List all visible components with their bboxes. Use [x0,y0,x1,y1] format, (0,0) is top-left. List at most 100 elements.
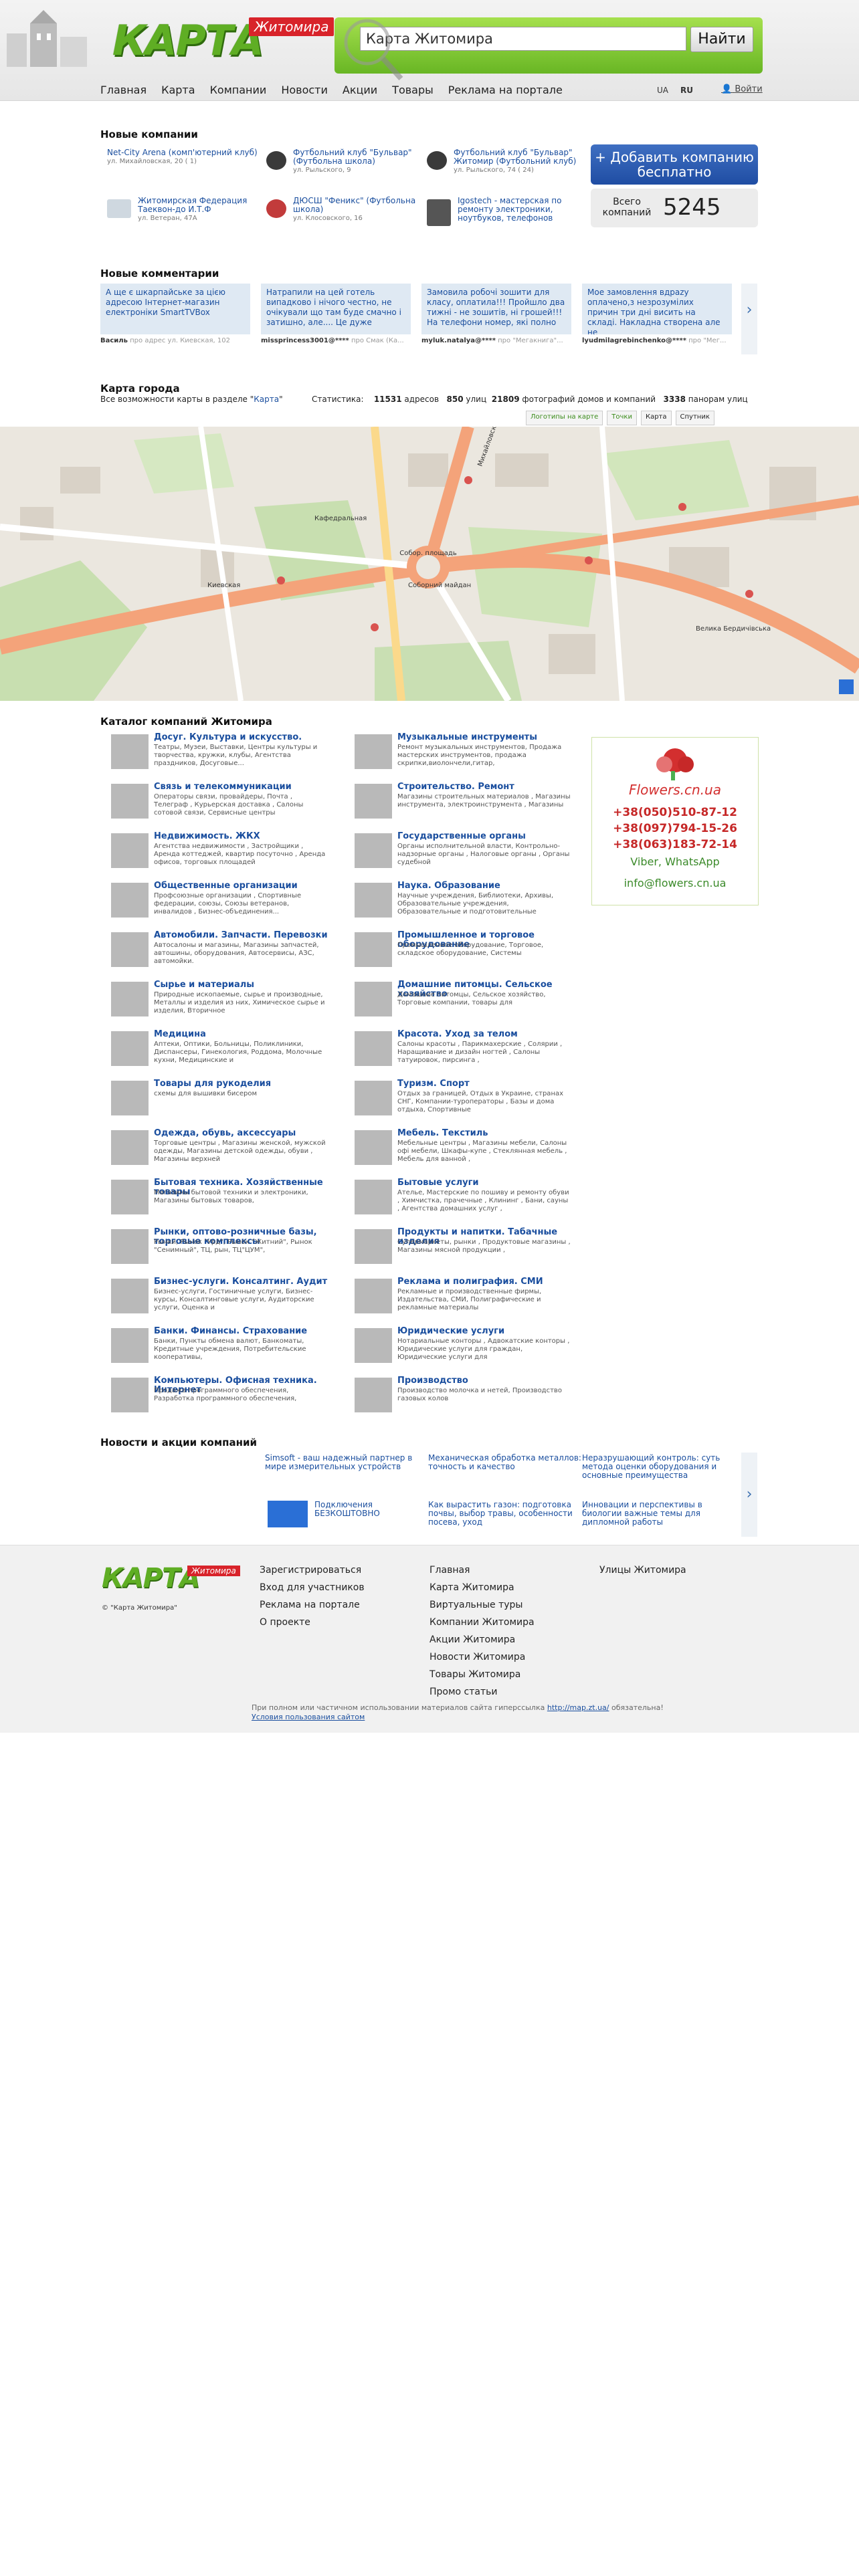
lang-ru[interactable]: RU [680,86,693,95]
footer-link[interactable]: Товары Житомира [430,1666,535,1683]
category-image[interactable] [111,833,149,868]
catalog-category[interactable]: Юридические услуги Нотариальные конторы ,… [344,1327,569,1376]
category-name[interactable]: Наука. Образование [397,881,571,891]
catalog-category[interactable]: Реклама и полиграфия. СМИ Рекламные и про… [344,1277,565,1327]
catalog-category[interactable]: Наука. Образование Научные учреждения, Би… [344,881,565,931]
catalog-category[interactable]: Государственные органы Органы исполнитель… [344,832,569,881]
category-image[interactable] [355,1378,392,1412]
comment-target[interactable]: про адрес ул. Киевская, 102 [130,337,230,344]
category-name[interactable]: Автомобили. Запчасти. Перевозки [154,931,328,940]
footer-link[interactable]: Улицы Житомира [599,1562,686,1579]
category-image[interactable] [355,883,392,918]
catalog-category[interactable]: Сырье и материалы Природные ископаемые, с… [100,980,324,1030]
comment-target[interactable]: про "Мегакнига"... [498,337,563,344]
comment-card[interactable]: Натрапили на цей готель випадково і нічо… [261,284,411,334]
company-item[interactable]: ДЮСШ "Феникс" (Футбольна школа) ул. Клос… [266,197,420,223]
category-image[interactable] [111,1279,149,1313]
search-button[interactable]: Найти [690,27,753,52]
company-name[interactable]: ДЮСШ "Феникс" (Футбольна школа) [293,197,420,214]
company-name[interactable]: Футбольний клуб "Бульвар" Житомир (Футбо… [454,148,581,166]
catalog-category[interactable]: Бизнес-услуги. Консалтинг. Аудит Бизнес-у… [100,1277,327,1327]
footer-link[interactable]: Реклама на портале [260,1596,365,1614]
comment-card[interactable]: Мое замовлення вдрazу оплачено,з незрозу… [582,284,732,334]
carousel-next-icon[interactable]: › [741,1453,757,1537]
category-name[interactable]: Государственные органы [397,832,571,841]
company-item[interactable]: Igostech - мастерская по ремонту электро… [427,197,581,226]
catalog-category[interactable]: Промышленное и торговое оборудование Пром… [344,931,565,980]
category-image[interactable] [355,1180,392,1214]
category-name[interactable]: Мебель. Текстиль [397,1129,571,1138]
ad-phone[interactable]: +38(050)510-87-12 [592,804,758,821]
comment-author-name[interactable]: missprincess3001@**** [261,337,349,344]
category-image[interactable] [111,1130,149,1165]
catalog-category[interactable]: Досуг. Культура и искусство. Театры, Музе… [100,733,321,782]
company-item[interactable]: Житомирская Федерация Таеквон-до И.Т.Ф у… [107,197,261,223]
category-name[interactable]: Банки. Финансы. Страхование [154,1327,328,1336]
add-company-button[interactable]: + Добавить компанию бесплатно [591,144,758,185]
company-item[interactable]: Футбольний клуб "Бульвар" (Футбольна шко… [266,148,420,175]
lang-ua[interactable]: UA [657,86,668,95]
nav-news[interactable]: Новости [281,80,328,100]
footer-link[interactable]: Компании Житомира [430,1614,535,1631]
catalog-category[interactable]: Мебель. Текстиль Мебельные центры , Магаз… [344,1129,567,1178]
category-name[interactable]: Юридические услуги [397,1327,571,1336]
nav-goods[interactable]: Товары [392,80,434,100]
category-image[interactable] [111,883,149,918]
news-item[interactable]: Simsoft - ваш надежный партнер в мире из… [265,1454,419,1471]
news-item[interactable]: Неразрушающий контроль: суть метода оцен… [582,1454,736,1480]
nav-promotions[interactable]: Акции [343,80,377,100]
category-name[interactable]: Одежда, обувь, аксессуары [154,1129,328,1138]
comment-card[interactable]: Замовила робочі зошити для класу, оплати… [421,284,571,334]
tab-satellite[interactable]: Спутник [675,411,714,425]
catalog-category[interactable]: Одежда, обувь, аксессуары Торговые центры… [100,1129,326,1178]
category-name[interactable]: Реклама и полиграфия. СМИ [397,1277,571,1287]
category-image[interactable] [111,734,149,769]
category-image[interactable] [111,982,149,1016]
map-section-link[interactable]: Карта [254,395,279,404]
category-image[interactable] [355,1229,392,1264]
nav-home[interactable]: Главная [100,80,147,100]
category-name[interactable]: Общественные организации [154,881,328,891]
catalog-category[interactable]: Туризм. Спорт Отдых за границей, Отдых в … [344,1079,565,1129]
footer-link[interactable]: Зарегистрироваться [260,1562,365,1579]
category-image[interactable] [111,784,149,819]
catalog-category[interactable]: Товары для рукоделия схемы для вышивки би… [100,1079,321,1129]
company-name[interactable]: Igostech - мастерская по ремонту электро… [458,197,581,223]
category-image[interactable] [355,1031,392,1066]
category-name[interactable]: Сырье и материалы [154,980,328,990]
category-name[interactable]: Строительство. Ремонт [397,782,571,792]
comment-target[interactable]: про "Мег... [688,337,726,344]
catalog-category[interactable]: Компьютеры. Офисная техника. Интернет Про… [100,1376,321,1426]
company-item[interactable]: Футбольний клуб "Бульвар" Житомир (Футбо… [427,148,581,175]
category-name[interactable]: Недвижимость. ЖКХ [154,832,328,841]
category-name[interactable]: Медицина [154,1030,328,1039]
footer-link[interactable]: Вход для участников [260,1579,365,1596]
footer-link[interactable]: Главная [430,1562,535,1579]
category-image[interactable] [111,1180,149,1214]
catalog-category[interactable]: Продукты и напитки. Табачные изделия Супе… [344,1228,571,1277]
comment-author-name[interactable]: lyudmilagrebinchenko@**** [582,337,686,344]
footer-site-link[interactable]: http://map.zt.ua/ [547,1703,609,1712]
catalog-category[interactable]: Недвижимость. ЖКХ Агентства недвижимости … [100,832,325,881]
carousel-next-icon[interactable]: › [741,284,757,354]
catalog-category[interactable]: Общественные организации Профсоюзные орга… [100,881,321,931]
footer-link[interactable]: Акции Житомира [430,1631,535,1648]
catalog-category[interactable]: Домашние питомцы. Сельское хозяйство Дома… [344,980,565,1030]
category-image[interactable] [355,1130,392,1165]
tab-map[interactable]: Карта [640,411,672,425]
category-image[interactable] [111,1031,149,1066]
category-image[interactable] [111,1328,149,1363]
catalog-category[interactable]: Медицина Аптеки, Оптики, Больницы, Поликл… [100,1030,322,1079]
catalog-category[interactable]: Связь и телекоммуникации Операторы связи,… [100,782,321,832]
catalog-category[interactable]: Красота. Уход за телом Салоны красоты , П… [344,1030,565,1079]
footer-link[interactable]: Новости Житомира [430,1648,535,1666]
comment-author-name[interactable]: Василь [100,337,128,344]
category-name[interactable]: Бизнес-услуги. Консалтинг. Аудит [154,1277,328,1287]
news-item[interactable]: Подключения БЕЗКОШТОВНО [314,1501,415,1518]
catalog-category[interactable]: Банки. Финансы. Страхование Банки, Пункты… [100,1327,321,1376]
category-name[interactable]: Товары для рукоделия [154,1079,328,1089]
company-name[interactable]: Футбольний клуб "Бульвар" (Футбольна шко… [293,148,420,166]
comment-card[interactable]: А ще є шкарпайське за цією адресою Інтер… [100,284,250,334]
footer-link[interactable]: Промо статьи [430,1683,535,1701]
site-logo[interactable]: КАРТА Житомира [100,9,335,70]
